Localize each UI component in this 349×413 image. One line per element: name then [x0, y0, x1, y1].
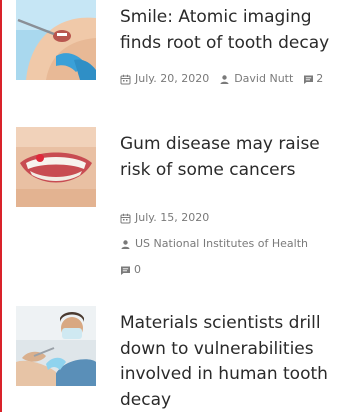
comment-icon: [120, 265, 131, 276]
date-text: July. 15, 2020: [135, 211, 210, 224]
user-icon: [120, 239, 131, 250]
article-headline[interactable]: Materials scientists drill down to vulne…: [120, 311, 346, 413]
article-headline[interactable]: Gum disease may raise risk of some cance…: [120, 132, 346, 183]
comment-icon: [303, 74, 314, 85]
author-text: David Nutt: [234, 72, 294, 85]
dental-exam-photo: [16, 0, 96, 80]
article-comments[interactable]: 0: [120, 263, 346, 277]
author-text: US National Institutes of Health: [135, 237, 308, 250]
article-author[interactable]: US National Institutes of Health: [120, 237, 346, 251]
comment-count: 2: [316, 72, 324, 85]
smiling-mouth-photo: [16, 127, 96, 207]
accent-rule: [0, 0, 2, 412]
article-date: July. 15, 2020: [120, 211, 346, 225]
article-headline[interactable]: Smile: Atomic imaging finds root of toot…: [120, 5, 346, 56]
article-meta: July. 20, 2020 David Nutt 2: [120, 72, 346, 86]
article-author[interactable]: David Nutt: [219, 72, 293, 86]
calendar-icon: [120, 74, 131, 85]
article-thumbnail[interactable]: [16, 306, 96, 386]
article-thumbnail[interactable]: [16, 127, 96, 207]
dentist-with-patient-photo: [16, 306, 96, 386]
article-comments[interactable]: 2: [303, 72, 323, 86]
date-text: July. 20, 2020: [135, 72, 210, 85]
article-thumbnail[interactable]: [16, 0, 96, 80]
comment-count: 0: [134, 263, 141, 276]
article-date: July. 20, 2020: [120, 72, 209, 86]
calendar-icon: [120, 213, 131, 224]
user-icon: [219, 74, 230, 85]
